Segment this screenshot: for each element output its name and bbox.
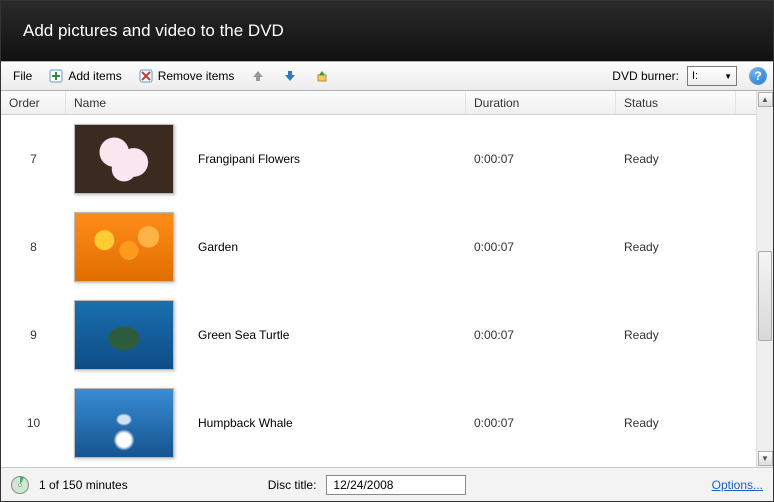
- minutes-used: 1 of 150 minutes: [39, 478, 128, 492]
- remove-items-icon: [138, 68, 154, 84]
- duration-cell: 0:00:07: [466, 416, 616, 430]
- name-cell: Green Sea Turtle: [66, 300, 466, 370]
- col-duration[interactable]: Duration: [466, 91, 616, 114]
- order-cell: 10: [1, 416, 66, 430]
- col-name[interactable]: Name: [66, 91, 466, 114]
- order-cell: 7: [1, 152, 66, 166]
- name-cell: Garden: [66, 212, 466, 282]
- scroll-down-arrow[interactable]: ▼: [758, 451, 773, 466]
- table-row[interactable]: 9 Green Sea Turtle 0:00:07Ready: [1, 291, 756, 379]
- thumbnail: [74, 300, 174, 370]
- window-title: Add pictures and video to the DVD: [23, 21, 284, 41]
- duration-cell: 0:00:07: [466, 240, 616, 254]
- order-cell: 9: [1, 328, 66, 342]
- back-icon: [314, 68, 330, 84]
- toolbar: File Add items Remove items DVD burner: …: [1, 61, 773, 91]
- status-cell: Ready: [616, 328, 736, 342]
- add-items-icon: [48, 68, 64, 84]
- name-cell: Humpback Whale: [66, 388, 466, 458]
- arrow-down-icon: [282, 68, 298, 84]
- add-items-label: Add items: [68, 69, 121, 83]
- window-titlebar: Add pictures and video to the DVD: [1, 1, 773, 61]
- remove-items-label: Remove items: [158, 69, 235, 83]
- table-row[interactable]: 7 Frangipani Flowers 0:00:07Ready: [1, 115, 756, 203]
- item-list: Order Name Duration Status 7 Frangipani F…: [1, 91, 773, 467]
- thumbnail: [74, 124, 174, 194]
- help-icon: ?: [754, 69, 761, 83]
- disc-usage-icon: [11, 476, 29, 494]
- vertical-scrollbar[interactable]: ▲ ▼: [756, 91, 773, 467]
- duration-cell: 0:00:07: [466, 152, 616, 166]
- table-row[interactable]: 10 Humpback Whale 0:00:07Ready: [1, 379, 756, 467]
- dvd-burner-label: DVD burner:: [612, 69, 679, 83]
- back-button[interactable]: [308, 66, 336, 86]
- thumbnail: [74, 212, 174, 282]
- scroll-thumb[interactable]: [758, 251, 772, 341]
- order-cell: 8: [1, 240, 66, 254]
- thumbnail: [74, 388, 174, 458]
- table-row[interactable]: 8 Garden 0:00:07Ready: [1, 203, 756, 291]
- move-down-button[interactable]: [276, 66, 304, 86]
- file-menu-label: File: [13, 69, 32, 83]
- col-status[interactable]: Status: [616, 91, 736, 114]
- add-items-button[interactable]: Add items: [42, 66, 127, 86]
- status-bar: 1 of 150 minutes Disc title: Options...: [1, 467, 773, 501]
- scroll-up-arrow[interactable]: ▲: [758, 92, 773, 107]
- item-name: Green Sea Turtle: [198, 328, 289, 342]
- status-cell: Ready: [616, 240, 736, 254]
- item-name: Humpback Whale: [198, 416, 293, 430]
- status-cell: Ready: [616, 416, 736, 430]
- column-headers: Order Name Duration Status: [1, 91, 756, 115]
- help-button[interactable]: ?: [749, 67, 767, 85]
- status-cell: Ready: [616, 152, 736, 166]
- arrow-up-icon: [250, 68, 266, 84]
- disc-title-label: Disc title:: [268, 478, 317, 492]
- dvd-burner-value: I:: [692, 70, 698, 82]
- remove-items-button[interactable]: Remove items: [132, 66, 241, 86]
- duration-cell: 0:00:07: [466, 328, 616, 342]
- chevron-down-icon: ▼: [724, 72, 732, 81]
- item-name: Garden: [198, 240, 238, 254]
- move-up-button[interactable]: [244, 66, 272, 86]
- disc-title-input[interactable]: [326, 475, 466, 495]
- name-cell: Frangipani Flowers: [66, 124, 466, 194]
- item-name: Frangipani Flowers: [198, 152, 300, 166]
- dvd-burner-select[interactable]: I: ▼: [687, 66, 737, 86]
- file-menu[interactable]: File: [7, 67, 38, 85]
- options-link[interactable]: Options...: [712, 478, 763, 492]
- col-order[interactable]: Order: [1, 91, 66, 114]
